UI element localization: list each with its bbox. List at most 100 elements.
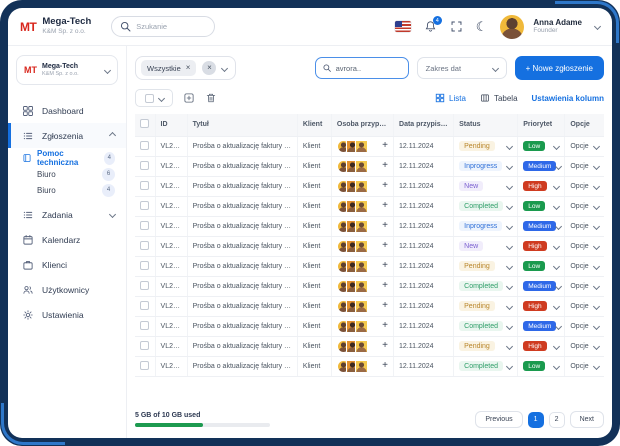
view-toggle-tabela[interactable]: Tabela bbox=[480, 93, 518, 103]
row-checkbox[interactable] bbox=[140, 281, 149, 290]
company-selector[interactable]: MT Mega-Tech K&M Sp. z o.o. bbox=[16, 55, 118, 85]
status-chevron-icon[interactable] bbox=[506, 262, 513, 269]
delete-button[interactable] bbox=[205, 92, 217, 104]
row-checkbox[interactable] bbox=[140, 301, 149, 310]
status-chevron-icon[interactable] bbox=[506, 322, 513, 329]
global-search-input[interactable] bbox=[136, 22, 206, 31]
priority-chevron-icon[interactable] bbox=[553, 142, 560, 149]
pagination-next-button[interactable]: Next bbox=[570, 411, 604, 428]
sidebar-subitem[interactable]: Biuro 6 bbox=[8, 166, 126, 182]
column-settings-button[interactable]: Ustawienia kolumn bbox=[532, 94, 604, 103]
sidebar-item-kalendarz[interactable]: Kalendarz bbox=[8, 227, 126, 252]
table-row[interactable]: VL2632 Prośba o aktualizację faktury za … bbox=[135, 196, 604, 216]
ticket-search-input[interactable] bbox=[336, 64, 400, 73]
new-ticket-button[interactable]: + Nowe zgłoszenie bbox=[515, 56, 604, 80]
options-chevron-icon[interactable] bbox=[593, 322, 600, 329]
expand-chevron-icon[interactable] bbox=[109, 211, 116, 218]
filter-chips-box[interactable]: Wszystkie × × bbox=[135, 56, 236, 80]
sidebar-item-dashboard[interactable]: Dashboard bbox=[8, 98, 126, 123]
filter-chip-wszystkie[interactable]: Wszystkie × bbox=[141, 60, 196, 76]
add-assignee-button[interactable]: + bbox=[382, 301, 388, 311]
priority-chevron-icon[interactable] bbox=[555, 162, 562, 169]
options-chevron-icon[interactable] bbox=[593, 362, 600, 369]
row-checkbox[interactable] bbox=[140, 241, 149, 250]
user-menu-chevron-icon[interactable] bbox=[594, 23, 601, 30]
user-avatar[interactable] bbox=[500, 15, 524, 39]
add-assignee-button[interactable]: + bbox=[382, 361, 388, 371]
table-row[interactable]: VL2632 Prośba o aktualizację faktury za … bbox=[135, 176, 604, 196]
status-chevron-icon[interactable] bbox=[506, 302, 513, 309]
filters-chevron-icon[interactable] bbox=[221, 64, 228, 71]
sidebar-item-zadania[interactable]: Zadania bbox=[8, 202, 126, 227]
sidebar-subitem[interactable]: Biuro 4 bbox=[8, 182, 126, 198]
options-chevron-icon[interactable] bbox=[593, 262, 600, 269]
status-chevron-icon[interactable] bbox=[506, 182, 513, 189]
sidebar-item-klienci[interactable]: Klienci bbox=[8, 252, 126, 277]
add-assignee-button[interactable]: + bbox=[382, 321, 388, 331]
add-assignee-button[interactable]: + bbox=[382, 181, 388, 191]
priority-chevron-icon[interactable] bbox=[555, 322, 562, 329]
row-checkbox[interactable] bbox=[140, 141, 149, 150]
priority-chevron-icon[interactable] bbox=[553, 182, 560, 189]
status-chevron-icon[interactable] bbox=[506, 162, 513, 169]
sidebar-item-ustawienia[interactable]: Ustawienia bbox=[8, 302, 126, 327]
sidebar-subitem[interactable]: Pomoc techniczna 4 bbox=[8, 150, 126, 166]
priority-chevron-icon[interactable] bbox=[553, 242, 560, 249]
table-row[interactable]: VL2632 Prośba o aktualizację faktury za … bbox=[135, 216, 604, 236]
options-chevron-icon[interactable] bbox=[593, 222, 600, 229]
notifications-button[interactable]: 4 bbox=[424, 20, 437, 33]
chip-close-icon[interactable]: × bbox=[186, 64, 191, 72]
table-row[interactable]: VL2632 Prośba o aktualizację faktury za … bbox=[135, 356, 604, 376]
priority-chevron-icon[interactable] bbox=[553, 342, 560, 349]
sidebar-item-zgloszenia[interactable]: Zgłoszenia bbox=[8, 123, 126, 148]
view-toggle-lista[interactable]: Lista bbox=[435, 93, 466, 103]
table-row[interactable]: VL2632 Prośba o aktualizację faktury za … bbox=[135, 236, 604, 256]
priority-chevron-icon[interactable] bbox=[555, 222, 562, 229]
row-checkbox[interactable] bbox=[140, 201, 149, 210]
status-chevron-icon[interactable] bbox=[506, 242, 513, 249]
row-checkbox[interactable] bbox=[140, 321, 149, 330]
add-assignee-button[interactable]: + bbox=[382, 341, 388, 351]
sidebar-item-uzytkownicy[interactable]: Użytkownicy bbox=[8, 277, 126, 302]
row-checkbox[interactable] bbox=[140, 261, 149, 270]
clear-filters-button[interactable]: × bbox=[202, 61, 216, 75]
options-chevron-icon[interactable] bbox=[593, 142, 600, 149]
priority-chevron-icon[interactable] bbox=[555, 282, 562, 289]
priority-chevron-icon[interactable] bbox=[553, 302, 560, 309]
options-chevron-icon[interactable] bbox=[593, 342, 600, 349]
status-chevron-icon[interactable] bbox=[506, 202, 513, 209]
pagination-page-2[interactable]: 2 bbox=[549, 412, 565, 428]
table-row[interactable]: VL2632 Prośba o aktualizację faktury za … bbox=[135, 156, 604, 176]
dark-mode-toggle[interactable]: ☾ bbox=[476, 20, 488, 33]
date-range-select[interactable]: Zakres dat bbox=[417, 57, 507, 79]
status-chevron-icon[interactable] bbox=[506, 222, 513, 229]
bulk-select-checkbox[interactable] bbox=[145, 94, 154, 103]
language-flag-icon[interactable] bbox=[395, 21, 411, 32]
status-chevron-icon[interactable] bbox=[506, 142, 513, 149]
add-assignee-button[interactable]: + bbox=[382, 241, 388, 251]
row-checkbox[interactable] bbox=[140, 181, 149, 190]
row-checkbox[interactable] bbox=[140, 361, 149, 370]
add-assignee-button[interactable]: + bbox=[382, 141, 388, 151]
options-chevron-icon[interactable] bbox=[593, 162, 600, 169]
add-assignee-button[interactable]: + bbox=[382, 221, 388, 231]
add-assignee-button[interactable]: + bbox=[382, 281, 388, 291]
table-row[interactable]: VL2632 Prośba o aktualizację faktury za … bbox=[135, 336, 604, 356]
pagination-page-1[interactable]: 1 bbox=[528, 412, 544, 428]
row-checkbox[interactable] bbox=[140, 161, 149, 170]
row-checkbox[interactable] bbox=[140, 221, 149, 230]
table-row[interactable]: VL2632 Prośba o aktualizację faktury za … bbox=[135, 296, 604, 316]
options-chevron-icon[interactable] bbox=[593, 202, 600, 209]
options-chevron-icon[interactable] bbox=[593, 182, 600, 189]
table-row[interactable]: VL2632 Prośba o aktualizację faktury za … bbox=[135, 256, 604, 276]
table-row[interactable]: VL2632 Prośba o aktualizację faktury za … bbox=[135, 316, 604, 336]
ticket-search[interactable] bbox=[315, 57, 409, 79]
status-chevron-icon[interactable] bbox=[506, 362, 513, 369]
priority-chevron-icon[interactable] bbox=[553, 202, 560, 209]
options-chevron-icon[interactable] bbox=[593, 282, 600, 289]
add-assignee-button[interactable]: + bbox=[382, 261, 388, 271]
duplicate-button[interactable] bbox=[183, 92, 195, 104]
status-chevron-icon[interactable] bbox=[506, 342, 513, 349]
row-checkbox[interactable] bbox=[140, 341, 149, 350]
priority-chevron-icon[interactable] bbox=[553, 262, 560, 269]
